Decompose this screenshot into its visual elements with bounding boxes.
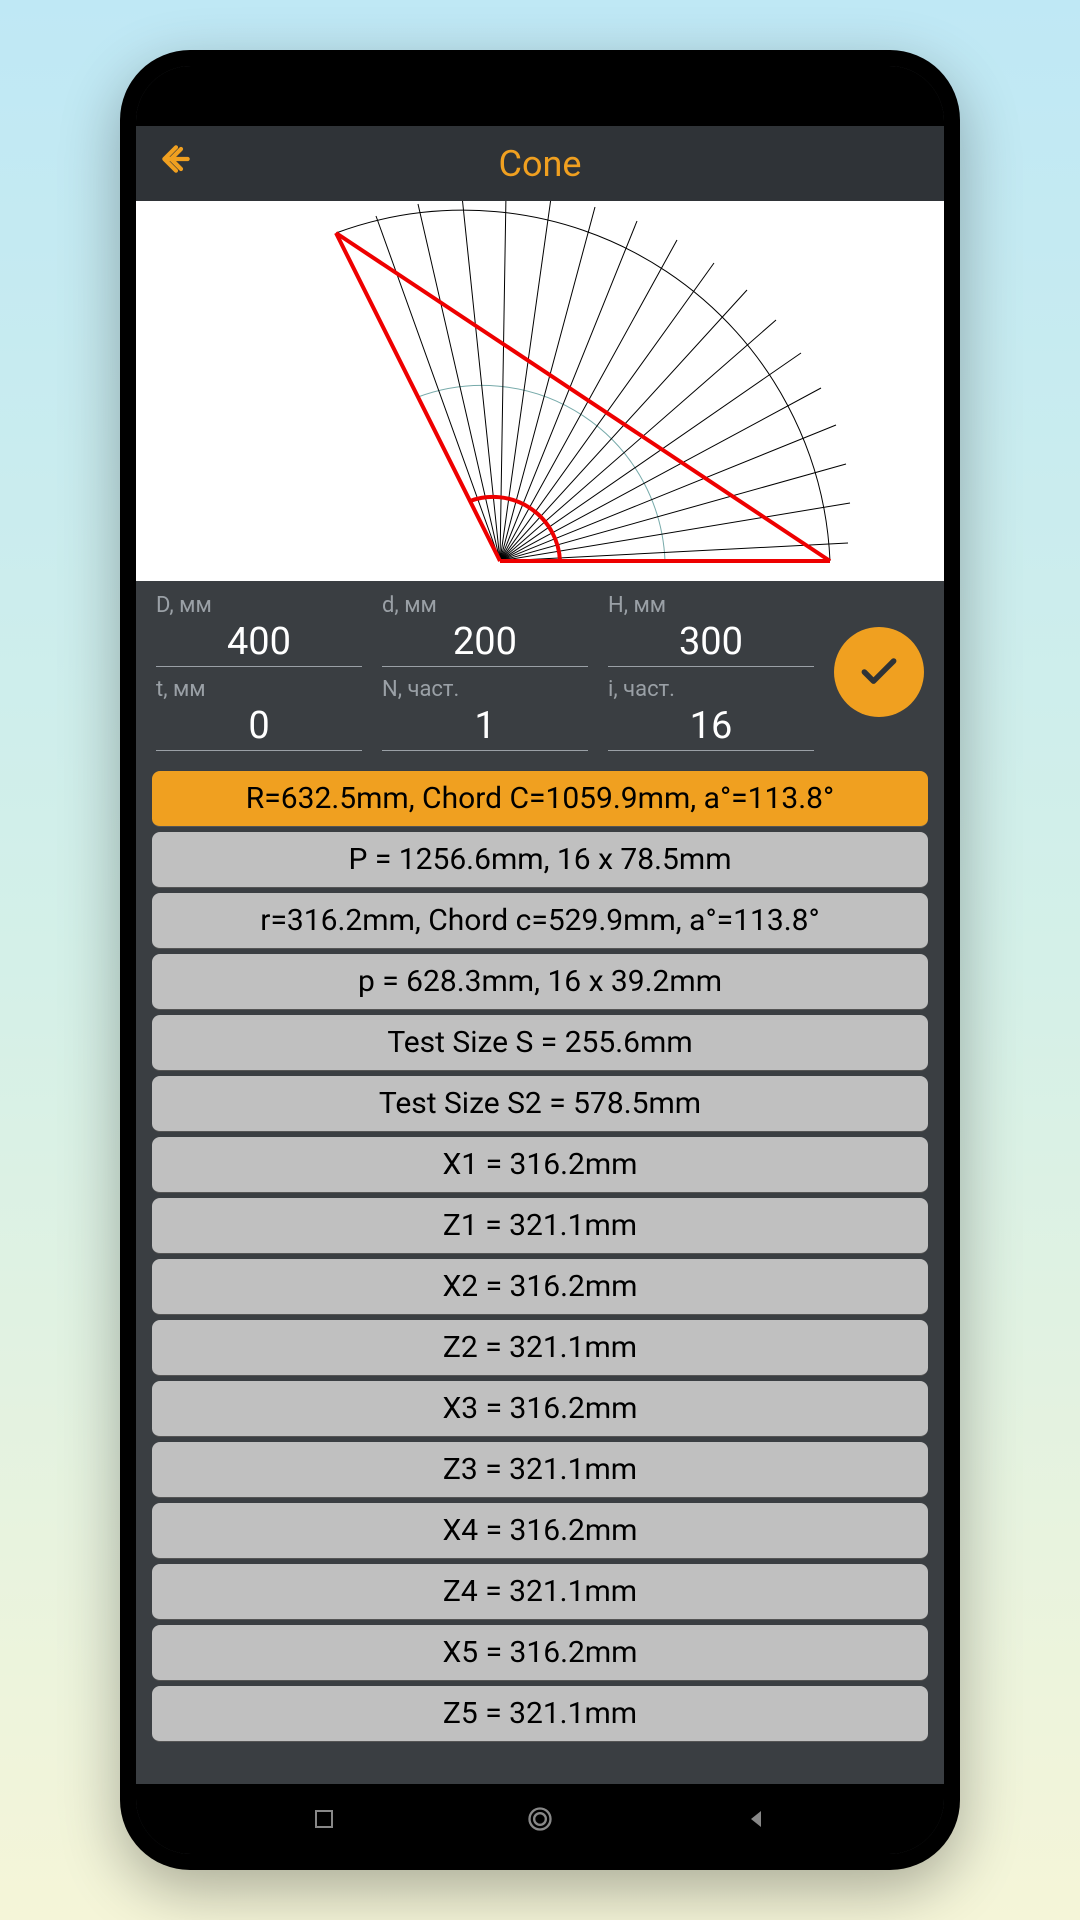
input-N: N, част. 1 (382, 677, 588, 751)
back-icon[interactable] (741, 1804, 771, 1834)
input-label: i, част. (608, 677, 814, 702)
input-d: d, мм 200 (382, 593, 588, 667)
android-nav-bar (136, 1784, 944, 1854)
inputs-panel: D, мм 400 d, мм 200 H, мм 300 t, мм 0 N,… (136, 581, 944, 763)
results-list[interactable]: R=632.5mm, Chord C=1059.9mm, a°=113.8°P … (136, 763, 944, 1784)
result-row[interactable]: Z3 = 321.1mm (152, 1442, 928, 1498)
phone-frame: Cone (120, 50, 960, 1870)
result-row[interactable]: Test Size S2 = 578.5mm (152, 1076, 928, 1132)
page-title: Cone (499, 143, 582, 185)
input-grid: D, мм 400 d, мм 200 H, мм 300 t, мм 0 N,… (156, 593, 814, 751)
result-row[interactable]: Z4 = 321.1mm (152, 1564, 928, 1620)
input-value-H[interactable]: 300 (608, 620, 814, 667)
result-row[interactable]: R=632.5mm, Chord C=1059.9mm, a°=113.8° (152, 771, 928, 827)
result-row[interactable]: Z1 = 321.1mm (152, 1198, 928, 1254)
result-row[interactable]: r=316.2mm, Chord c=529.9mm, a°=113.8° (152, 893, 928, 949)
input-value-N[interactable]: 1 (382, 704, 588, 751)
result-row[interactable]: X4 = 316.2mm (152, 1503, 928, 1559)
input-D: D, мм 400 (156, 593, 362, 667)
input-label: D, мм (156, 593, 362, 618)
result-row[interactable]: Test Size S = 255.6mm (152, 1015, 928, 1071)
home-icon[interactable] (525, 1804, 555, 1834)
recent-apps-icon[interactable] (309, 1804, 339, 1834)
result-row[interactable]: P = 1256.6mm, 16 x 78.5mm (152, 832, 928, 888)
result-row[interactable]: X2 = 316.2mm (152, 1259, 928, 1315)
status-bar (136, 66, 944, 126)
back-arrow-icon[interactable] (156, 139, 196, 188)
check-icon (857, 650, 901, 694)
result-row[interactable]: p = 628.3mm, 16 x 39.2mm (152, 954, 928, 1010)
input-H: H, мм 300 (608, 593, 814, 667)
input-value-i[interactable]: 16 (608, 704, 814, 751)
result-row[interactable]: Z5 = 321.1mm (152, 1686, 928, 1742)
result-row[interactable]: X3 = 316.2mm (152, 1381, 928, 1437)
input-label: d, мм (382, 593, 588, 618)
input-label: H, мм (608, 593, 814, 618)
input-value-d[interactable]: 200 (382, 620, 588, 667)
input-label: t, мм (156, 677, 362, 702)
calculate-button[interactable] (834, 627, 924, 717)
input-i: i, част. 16 (608, 677, 814, 751)
result-row[interactable]: X5 = 316.2mm (152, 1625, 928, 1681)
result-row[interactable]: X1 = 316.2mm (152, 1137, 928, 1193)
header: Cone (136, 126, 944, 201)
screen: Cone (136, 66, 944, 1854)
cone-diagram (136, 201, 944, 581)
input-value-t[interactable]: 0 (156, 704, 362, 751)
input-value-D[interactable]: 400 (156, 620, 362, 667)
input-label: N, част. (382, 677, 588, 702)
result-row[interactable]: Z2 = 321.1mm (152, 1320, 928, 1376)
input-t: t, мм 0 (156, 677, 362, 751)
